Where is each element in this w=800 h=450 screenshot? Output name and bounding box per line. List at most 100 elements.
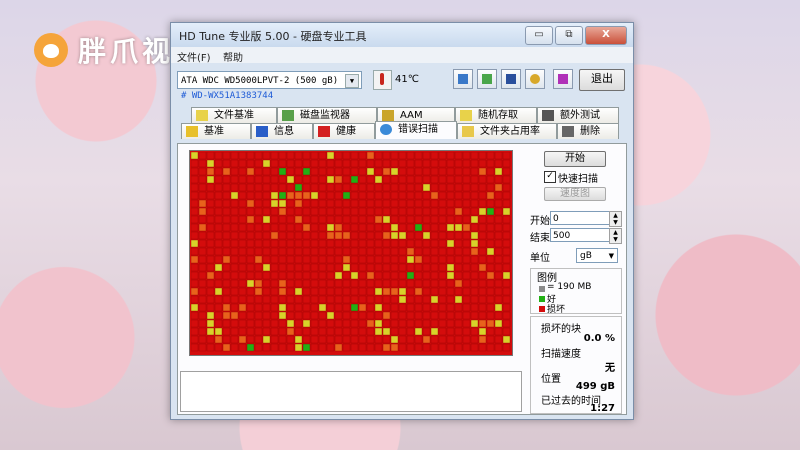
block-cell — [214, 303, 223, 312]
tab-benchmark[interactable]: 基准 — [181, 123, 251, 139]
block-cell — [222, 175, 231, 184]
start-button[interactable]: 开始 — [544, 151, 606, 167]
start-spinner[interactable]: ▲ ▼ — [609, 211, 622, 227]
block-cell — [262, 279, 271, 288]
block-cell — [422, 207, 431, 216]
tab-folder-usage[interactable]: 文件夹占用率 — [457, 123, 557, 139]
block-cell — [318, 343, 327, 352]
block-cell — [318, 327, 327, 336]
tab-file-benchmark[interactable]: 文件基准 — [191, 107, 277, 123]
speed-map-button[interactable]: 速度图 — [544, 187, 606, 201]
block-cell — [350, 335, 359, 344]
block-cell — [206, 199, 215, 208]
block-cell — [374, 311, 383, 320]
block-cell — [350, 287, 359, 296]
block-cell — [462, 199, 471, 208]
block-cell — [414, 327, 423, 336]
unit-select[interactable]: gB ▼ — [576, 248, 618, 263]
block-cell — [262, 152, 271, 160]
block-cell — [382, 167, 391, 176]
minimize-button[interactable]: ▭ — [525, 26, 553, 45]
block-cell — [446, 311, 455, 320]
block-cell — [270, 311, 279, 320]
block-cell — [278, 295, 287, 304]
menu-help[interactable]: 帮助 — [223, 49, 243, 64]
block-cell — [454, 199, 463, 208]
block-cell — [302, 263, 311, 272]
block-cell — [198, 255, 207, 264]
options-button[interactable] — [525, 69, 545, 89]
start-input[interactable]: 0 ▲ ▼ — [550, 211, 622, 227]
title-bar[interactable]: HD Tune 专业版 5.00 - 硬盘专业工具 ▭ ⧉ X — [171, 23, 633, 47]
block-cell — [494, 295, 503, 304]
block-cell — [494, 223, 503, 232]
block-cell — [374, 167, 383, 176]
block-cell — [326, 271, 335, 280]
block-cell — [382, 327, 391, 336]
block-cell — [430, 335, 439, 344]
block-cell — [374, 343, 383, 352]
block-cell — [358, 207, 367, 216]
block-cell — [446, 175, 455, 184]
close-button[interactable]: X — [585, 26, 627, 45]
block-cell — [366, 199, 375, 208]
block-cell — [502, 319, 511, 328]
block-cell — [222, 223, 231, 232]
tab-health[interactable]: 健康 — [313, 123, 375, 139]
quick-scan-checkbox[interactable]: ✓ — [544, 171, 556, 183]
block-cell — [438, 223, 447, 232]
tab-error-scan[interactable]: 错误扫描 — [375, 121, 457, 139]
block-cell — [310, 191, 319, 200]
tab-label: 健康 — [336, 126, 356, 137]
block-cell — [470, 311, 479, 320]
block-cell — [342, 239, 351, 248]
tab-random-access[interactable]: 随机存取 — [455, 107, 537, 123]
tab-erase[interactable]: 删除 — [557, 123, 619, 139]
save-button[interactable] — [501, 69, 521, 89]
block-cell — [230, 295, 239, 304]
block-cell — [470, 167, 479, 176]
block-cell — [310, 343, 319, 352]
block-cell — [462, 343, 471, 352]
block-cell — [238, 335, 247, 344]
tab-info[interactable]: 信息 — [251, 123, 313, 139]
end-spinner[interactable]: ▲ ▼ — [609, 228, 622, 244]
block-cell — [294, 191, 303, 200]
block-cell — [214, 319, 223, 328]
block-cell — [454, 152, 463, 160]
block-cell — [438, 207, 447, 216]
block-cell — [214, 191, 223, 200]
tab-disk-monitor[interactable]: 磁盘监视器 — [277, 107, 377, 123]
drive-select[interactable]: ATA WDC WD5000LPVT-2 (500 gB) ▼ — [177, 71, 362, 89]
block-cell — [262, 263, 271, 272]
block-cell — [454, 311, 463, 320]
block-cell — [310, 279, 319, 288]
block-cell — [502, 175, 511, 184]
tab-extra-tests[interactable]: 额外测试 — [537, 107, 619, 123]
block-cell — [486, 159, 495, 168]
menu-file[interactable]: 文件(F) — [177, 49, 211, 64]
block-cell — [278, 152, 287, 160]
block-cell — [366, 175, 375, 184]
block-cell — [262, 271, 271, 280]
block-cell — [334, 279, 343, 288]
block-cell — [350, 191, 359, 200]
block-cell — [294, 287, 303, 296]
block-cell — [326, 343, 335, 352]
block-cell — [406, 271, 415, 280]
block-cell — [254, 335, 263, 344]
block-cell — [470, 279, 479, 288]
block-cell — [430, 263, 439, 272]
block-cell — [350, 295, 359, 304]
block-cell — [302, 191, 311, 200]
restore-button[interactable]: ⧉ — [555, 26, 583, 45]
copy-info-button[interactable] — [453, 69, 473, 89]
copy-screenshot-button[interactable] — [477, 69, 497, 89]
exit-button[interactable]: 退出 — [579, 69, 625, 91]
block-cell — [478, 343, 487, 352]
scan-stats: 损坏的块 0.0 % 扫描速度 无 位置 499 gB 已过去的时间 1:27 — [530, 316, 622, 414]
legend-bad-swatch — [539, 306, 545, 312]
end-input[interactable]: 500 ▲ ▼ — [550, 228, 622, 244]
download-button[interactable] — [553, 69, 573, 89]
block-cell — [270, 295, 279, 304]
